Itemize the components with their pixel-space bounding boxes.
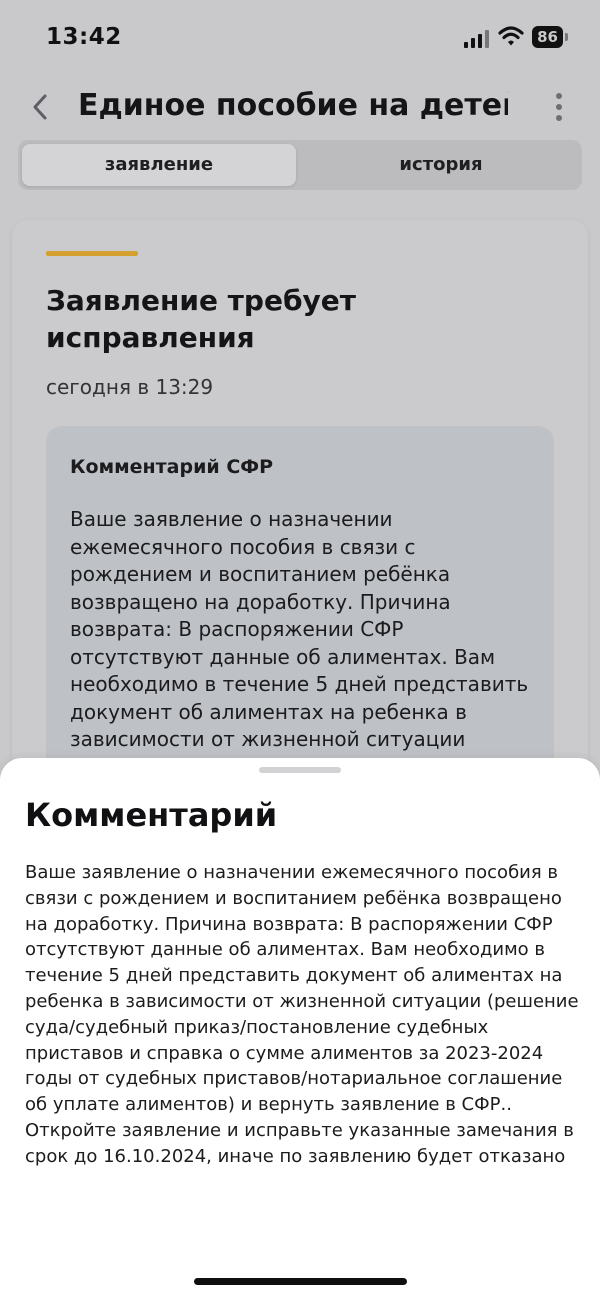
- status-title: Заявление требует исправления: [46, 284, 356, 354]
- status-date: сегодня в 13:29: [46, 375, 214, 399]
- home-indicator: [194, 1278, 407, 1285]
- comment-heading: Комментарий СФР: [70, 456, 274, 478]
- status-bar: 13:42 86: [0, 0, 600, 76]
- battery-icon: 86: [532, 26, 568, 48]
- header: Единое пособие на детей...: [0, 80, 600, 136]
- comment-box[interactable]: Комментарий СФР Ваше заявление о назначе…: [46, 426, 554, 780]
- tab-application[interactable]: заявление: [22, 144, 296, 186]
- battery-level: 86: [532, 26, 563, 48]
- page-title: Единое пособие на детей...: [78, 88, 508, 123]
- status-accent-line: [46, 251, 138, 256]
- tab-history[interactable]: история: [304, 144, 578, 186]
- comment-bottom-sheet: Комментарий Ваше заявление о назначении …: [0, 758, 600, 1297]
- segmented-control: заявление история: [18, 140, 582, 190]
- sheet-comment-text: Ваше заявление о назначении ежемесячного…: [25, 862, 579, 1167]
- more-options-icon[interactable]: [550, 90, 570, 124]
- comment-text: Ваше заявление о назначении ежемесячного…: [70, 507, 529, 751]
- cellular-signal-icon: [464, 28, 490, 48]
- status-time: 13:42: [46, 24, 122, 50]
- application-status-card: Заявление требует исправления сегодня в …: [12, 220, 588, 780]
- sheet-title: Комментарий: [25, 796, 278, 834]
- wifi-icon: [498, 26, 524, 46]
- sheet-drag-handle[interactable]: [259, 767, 341, 773]
- back-chevron-icon[interactable]: [28, 90, 54, 124]
